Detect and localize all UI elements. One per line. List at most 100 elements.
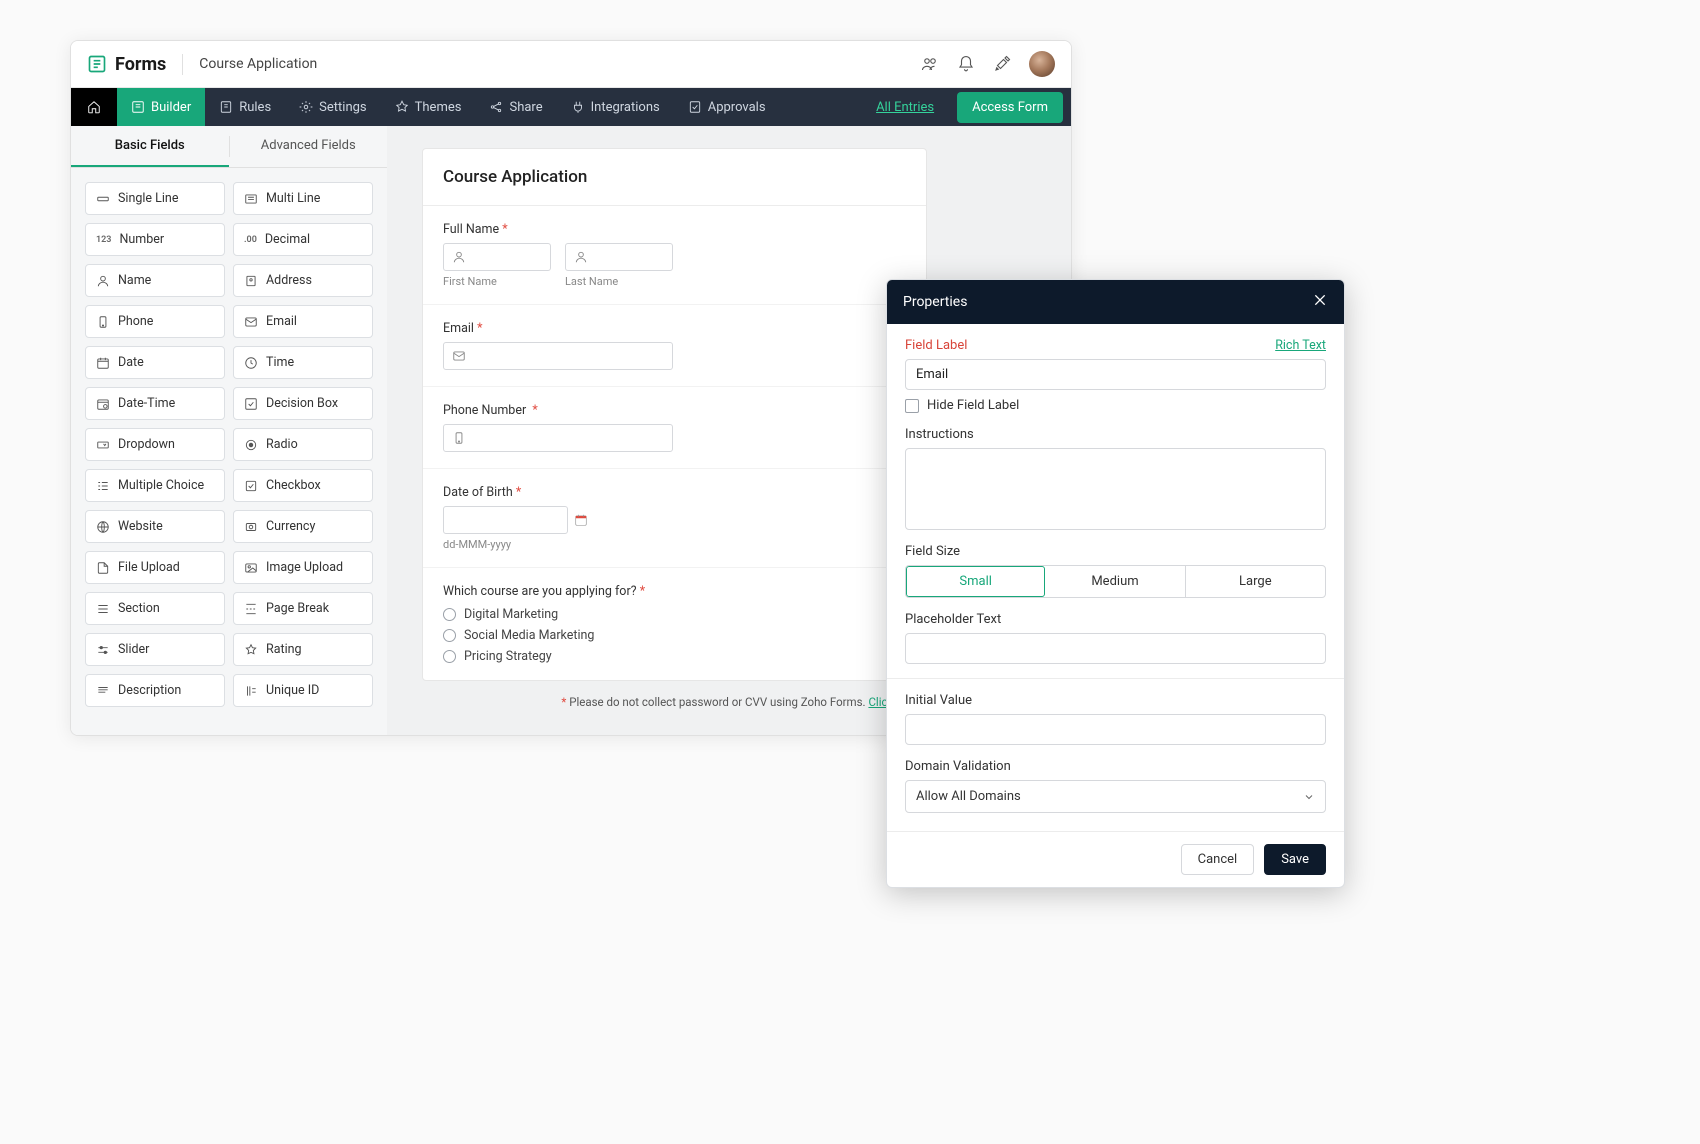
size-medium[interactable]: Medium — [1045, 566, 1185, 597]
field-tile-label: Date-Time — [118, 396, 175, 411]
sublabel-firstname: First Name — [443, 275, 551, 288]
nav-share[interactable]: Share — [475, 88, 556, 126]
field-tile-radio[interactable]: Radio — [233, 428, 373, 461]
phone-icon — [96, 315, 110, 329]
field-tile-decimal[interactable]: .00 Decimal — [233, 223, 373, 256]
pagebreak-icon — [244, 602, 258, 616]
description-icon — [96, 684, 110, 698]
users-icon[interactable] — [921, 55, 939, 73]
radio-option[interactable]: Pricing Strategy — [443, 649, 906, 664]
all-entries-link[interactable]: All Entries — [876, 100, 949, 115]
radio-dot — [443, 608, 456, 621]
section-fullname[interactable]: Full Name * First Name Last Name — [423, 206, 926, 305]
field-tabs: Basic Fields Advanced Fields — [71, 126, 387, 168]
tab-basic-fields[interactable]: Basic Fields — [71, 126, 229, 167]
field-tile-label: Multiple Choice — [118, 478, 204, 493]
label-phone: Phone Number — [443, 403, 526, 418]
calendar-icon[interactable] — [574, 513, 588, 527]
field-tile-date[interactable]: Date — [85, 346, 225, 379]
field-tile-email[interactable]: Email — [233, 305, 373, 338]
nav-rules[interactable]: Rules — [205, 88, 285, 126]
input-field-label[interactable] — [905, 359, 1326, 390]
field-tile-checkbox[interactable]: Checkbox — [233, 469, 373, 502]
nav-builder[interactable]: Builder — [117, 88, 205, 126]
tab-advanced-fields[interactable]: Advanced Fields — [230, 126, 388, 167]
input-initial-value[interactable] — [905, 714, 1326, 745]
field-tile-section[interactable]: Section — [85, 592, 225, 625]
section-course[interactable]: Which course are you applying for? * Dig… — [423, 568, 926, 680]
uniqueid-icon — [244, 684, 258, 698]
radio-label: Social Media Marketing — [464, 628, 594, 643]
close-icon[interactable] — [1312, 292, 1328, 312]
field-tile-label: Decimal — [265, 232, 310, 247]
section-dob[interactable]: Date of Birth * dd-MMM-yyyy — [423, 469, 926, 568]
input-lastname[interactable] — [565, 243, 673, 271]
radio-option[interactable]: Social Media Marketing — [443, 628, 906, 643]
field-tile-label: Dropdown — [118, 437, 175, 452]
input-dob[interactable] — [443, 506, 568, 534]
field-tile-label: Section — [118, 601, 160, 616]
field-tile-fileupload[interactable]: File Upload — [85, 551, 225, 584]
field-tile-website[interactable]: Website — [85, 510, 225, 543]
avatar[interactable] — [1029, 51, 1055, 77]
bell-icon[interactable] — [957, 55, 975, 73]
field-tile-address[interactable]: Address — [233, 264, 373, 297]
size-small[interactable]: Small — [906, 566, 1045, 597]
field-tile-label: Name — [118, 273, 151, 288]
save-button[interactable]: Save — [1264, 844, 1326, 875]
field-tile-currency[interactable]: Currency — [233, 510, 373, 543]
field-tile-rating[interactable]: Rating — [233, 633, 373, 666]
cancel-button[interactable]: Cancel — [1181, 844, 1255, 875]
field-tile-decision[interactable]: Decision Box — [233, 387, 373, 420]
checkbox-hide-label[interactable] — [905, 399, 919, 413]
field-tile-phone[interactable]: Phone — [85, 305, 225, 338]
website-icon — [96, 520, 110, 534]
input-instructions[interactable] — [905, 448, 1326, 530]
nav-integrations[interactable]: Integrations — [557, 88, 674, 126]
decision-icon — [244, 397, 258, 411]
section-phone[interactable]: Phone Number * — [423, 387, 926, 469]
field-tile-label: Decision Box — [266, 396, 338, 411]
access-form-button[interactable]: Access Form — [957, 92, 1063, 123]
person-icon — [574, 250, 588, 264]
field-tile-multi-line[interactable]: Multi Line — [233, 182, 373, 215]
field-tile-pagebreak[interactable]: Page Break — [233, 592, 373, 625]
nav-themes[interactable]: Themes — [381, 88, 476, 126]
sublabel-dob: dd-MMM-yyyy — [443, 538, 906, 551]
input-firstname[interactable] — [443, 243, 551, 271]
checkbox-icon — [244, 479, 258, 493]
currency-icon — [244, 520, 258, 534]
nav-home[interactable] — [71, 88, 117, 126]
section-email[interactable]: Email * — [423, 305, 926, 387]
navbar: Builder Rules Settings Themes Share Inte… — [71, 88, 1071, 126]
field-tile-dropdown[interactable]: Dropdown — [85, 428, 225, 461]
logo[interactable]: Forms — [87, 54, 183, 75]
field-tile-uniqueid[interactable]: Unique ID — [233, 674, 373, 707]
input-phone[interactable] — [443, 424, 673, 452]
radio-option[interactable]: Digital Marketing — [443, 607, 906, 622]
rich-text-link[interactable]: Rich Text — [1275, 338, 1326, 353]
label-field-size: Field Size — [905, 544, 1326, 559]
date-icon — [96, 356, 110, 370]
field-tile-imageupload[interactable]: Image Upload — [233, 551, 373, 584]
tools-icon[interactable] — [993, 55, 1011, 73]
nav-approvals[interactable]: Approvals — [674, 88, 780, 126]
select-domain-validation[interactable]: Allow All Domains — [905, 780, 1326, 813]
field-tile-time[interactable]: Time — [233, 346, 373, 379]
field-tile-slider[interactable]: Slider — [85, 633, 225, 666]
radio-label: Digital Marketing — [464, 607, 558, 622]
decimal-icon: .00 — [244, 235, 257, 245]
input-email[interactable] — [443, 342, 673, 370]
field-tile-name[interactable]: Name — [85, 264, 225, 297]
nav-settings[interactable]: Settings — [285, 88, 380, 126]
input-placeholder[interactable] — [905, 633, 1326, 664]
field-tile-description[interactable]: Description — [85, 674, 225, 707]
field-tile-single-line[interactable]: Single Line — [85, 182, 225, 215]
field-tile-number[interactable]: 123Number — [85, 223, 225, 256]
logo-icon — [87, 54, 107, 74]
field-tile-multichoice[interactable]: Multiple Choice — [85, 469, 225, 502]
label-field-label: Field Label — [905, 338, 967, 353]
size-large[interactable]: Large — [1186, 566, 1325, 597]
field-tile-datetime[interactable]: Date-Time — [85, 387, 225, 420]
share-icon — [489, 100, 503, 114]
